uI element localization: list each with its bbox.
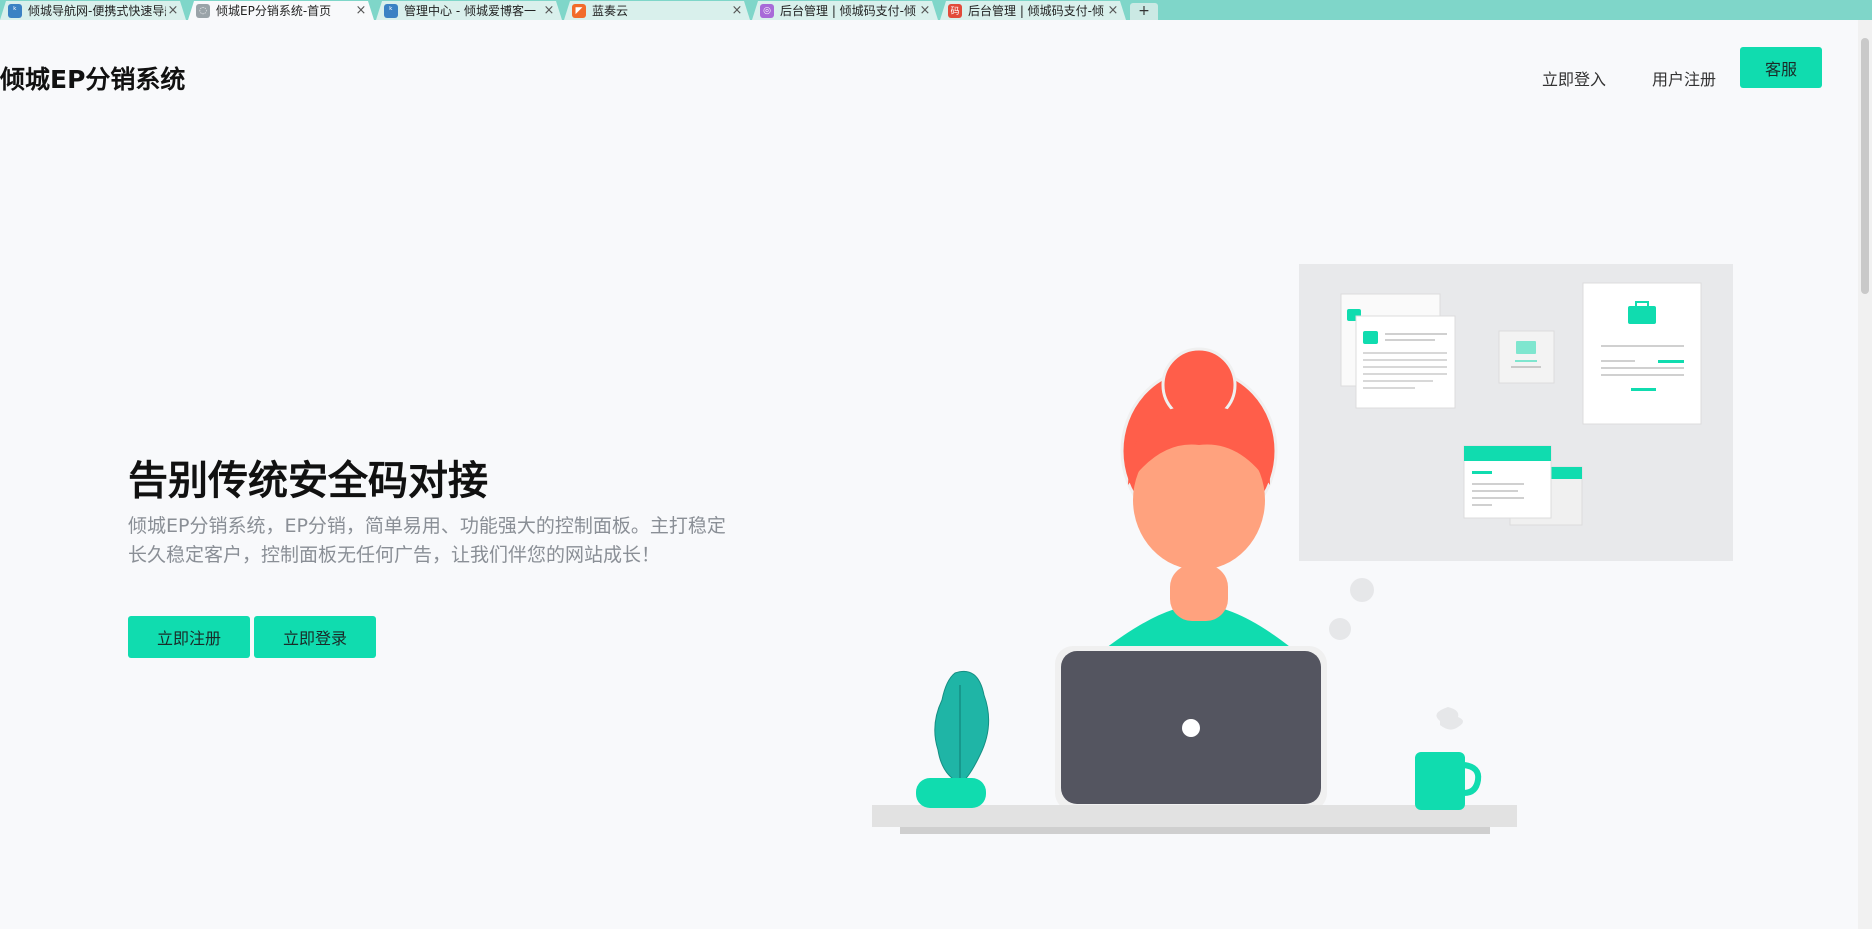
woman-figure — [1097, 347, 1300, 655]
tab-title: 后台管理 | 倾城码支付-倾 — [780, 4, 917, 18]
tab-title: 倾城导航网-便携式快速导航 — [28, 4, 166, 18]
browser-tab[interactable]: ᵏ 管理中心 - 倾城爱博客一 × — [376, 1, 562, 20]
register-button[interactable]: 立即注册 — [128, 616, 250, 658]
tab-title: 倾城EP分销系统-首页 — [216, 4, 332, 18]
login-button[interactable]: 立即登录 — [254, 616, 376, 658]
hero-title: 告别传统安全码对接 — [128, 458, 488, 504]
tab-favicon-icon: ◤ — [572, 4, 586, 18]
browser-tab[interactable]: 码后台管理 | 倾城码支付-倾 × — [940, 1, 1126, 20]
tab-title: 管理中心 - 倾城爱博客一 — [404, 4, 536, 18]
tab-close-icon[interactable]: × — [542, 3, 556, 18]
tab-title: 后台管理 | 倾城码支付-倾 — [968, 4, 1105, 18]
nav-login-link[interactable]: 立即登入 — [1542, 66, 1606, 90]
thought-bubble-large — [1350, 578, 1374, 602]
tab-favicon-icon: ᵏ — [384, 4, 398, 18]
browser-tab[interactable]: ◌ 倾城EP分销系统-首页 × — [188, 1, 374, 20]
thought-bubble-small — [1329, 618, 1351, 640]
tab-favicon-icon: ◎ — [760, 4, 774, 18]
tab-close-icon[interactable]: × — [354, 3, 368, 18]
browser-tab[interactable]: ◤ 蓝奏云 × — [564, 1, 750, 20]
potted-plant — [916, 670, 990, 808]
browser-tab[interactable]: ᵏ 倾城导航网-便携式快速导航 × — [0, 1, 186, 20]
tab-list: ᵏ 倾城导航网-便携式快速导航 × ◌ 倾城EP分销系统-首页 × ᵏ 管理中心 - 倾城爱博… — [0, 0, 1128, 20]
desk-shadow — [900, 827, 1490, 834]
customer-service-button[interactable]: 客服 — [1740, 47, 1822, 88]
tab-favicon-icon: ◌ — [196, 4, 210, 18]
tab-favicon-icon: 码 — [948, 4, 962, 18]
tab-close-icon[interactable]: × — [166, 3, 180, 18]
page-scrollbar[interactable] — [1858, 20, 1872, 929]
browser-tab-strip: ᵏ 倾城导航网-便携式快速导航 × ◌ 倾城EP分销系统-首页 × ᵏ 管理中心 - 倾城爱博… — [0, 0, 1872, 20]
site-logo[interactable]: 倾城EP分销系统 — [0, 60, 185, 96]
tab-close-icon[interactable]: × — [918, 3, 932, 18]
tab-title: 蓝奏云 — [592, 4, 629, 18]
tab-close-icon[interactable]: × — [1106, 3, 1120, 18]
dashboard-board-panel — [1299, 264, 1733, 561]
woman-at-laptop-illustration — [872, 264, 1733, 834]
browser-tab[interactable]: ◎ 后台管理 | 倾城码支付-倾 × — [752, 1, 938, 20]
coffee-cup — [1415, 707, 1482, 810]
new-tab-button[interactable]: + — [1130, 3, 1158, 20]
laptop — [1055, 646, 1327, 811]
tab-favicon-icon: ᵏ — [8, 4, 22, 18]
hero-description: 倾城EP分销系统，EP分销，简单易用、功能强大的控制面板。主打稳定长久稳定客户，… — [128, 515, 726, 566]
nav-register-link[interactable]: 用户注册 — [1652, 66, 1716, 90]
tab-close-icon[interactable]: × — [730, 3, 744, 18]
scrollbar-thumb[interactable] — [1861, 38, 1869, 294]
